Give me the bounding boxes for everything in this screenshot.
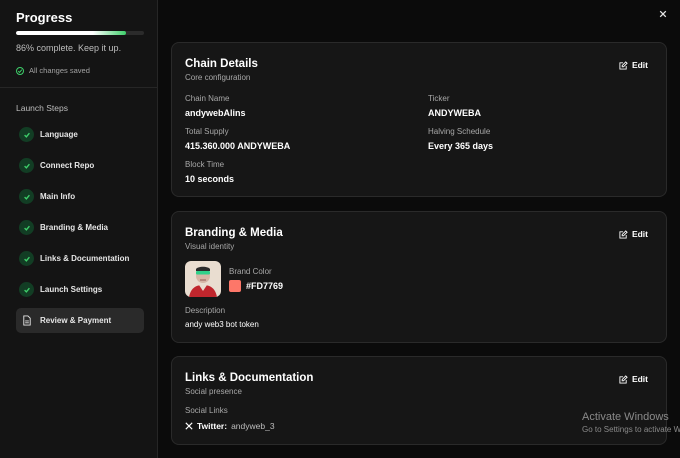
close-icon[interactable] [657, 8, 669, 20]
saved-text: All changes saved [29, 66, 90, 75]
field-label: Halving Schedule [428, 127, 491, 136]
check-icon [19, 282, 34, 297]
color-swatch [229, 280, 241, 292]
steps-heading: Launch Steps [16, 103, 68, 113]
step-branding-media[interactable]: Branding & Media [16, 215, 144, 240]
field-label: Block Time [185, 160, 225, 169]
edit-button[interactable]: Edit [619, 60, 648, 70]
launch-steps-list: Language Connect Repo Main Info Branding… [16, 122, 144, 339]
check-icon [19, 158, 34, 173]
branding-media-card: Branding & Media Visual identity Edit Br… [171, 211, 667, 343]
check-circle-icon [16, 66, 24, 75]
watermark-title: Activate Windows [582, 411, 669, 423]
field-label: Brand Color [229, 267, 272, 276]
step-links-documentation[interactable]: Links & Documentation [16, 246, 144, 271]
step-label: Language [40, 130, 78, 139]
progress-title: Progress [16, 10, 73, 25]
card-title: Chain Details [185, 58, 258, 70]
sidebar: Progress 86% complete. Keep it up. All c… [0, 0, 158, 458]
edit-icon [619, 60, 628, 70]
card-subtitle: Social presence [185, 387, 242, 396]
x-twitter-icon [185, 422, 193, 430]
brand-color-field: Brand Color #FD7769 [229, 267, 283, 292]
check-icon [19, 220, 34, 235]
step-label: Main Info [40, 192, 76, 201]
card-title: Branding & Media [185, 227, 283, 239]
edit-icon [619, 229, 628, 239]
check-icon [19, 127, 34, 142]
halving-field: Halving Schedule Every 365 days [428, 127, 493, 151]
step-label: Review & Payment [40, 316, 112, 325]
edit-button[interactable]: Edit [619, 229, 648, 239]
progress-text: 86% complete. Keep it up. [16, 43, 122, 53]
chain-details-card: Chain Details Core configuration Edit Ch… [171, 42, 667, 197]
step-label: Links & Documentation [40, 254, 130, 263]
field-value: 10 seconds [185, 174, 235, 184]
field-label: Description [185, 306, 226, 315]
step-main-info[interactable]: Main Info [16, 184, 144, 209]
card-subtitle: Core configuration [185, 73, 251, 82]
progress-bar [16, 31, 144, 35]
token-logo-image [185, 261, 221, 297]
check-icon [19, 189, 34, 204]
step-launch-settings[interactable]: Launch Settings [16, 277, 144, 302]
chain-name-field: Chain Name andywebAlins [185, 94, 246, 118]
field-label: Social Links [185, 406, 228, 415]
step-connect-repo[interactable]: Connect Repo [16, 153, 144, 178]
social-links-field: Social Links Twitter: andyweb_3 [185, 406, 275, 431]
edit-label: Edit [631, 60, 648, 70]
progress-fill [16, 31, 127, 35]
description-field: Description andy web3 bot token [185, 306, 259, 329]
card-subtitle: Visual identity [185, 242, 235, 251]
field-value: 415.360.000 ANDYWEBA [185, 141, 291, 151]
step-label: Branding & Media [40, 223, 109, 232]
edit-button[interactable]: Edit [619, 374, 648, 384]
edit-label: Edit [631, 229, 648, 239]
edit-label: Edit [631, 374, 648, 384]
brand-color-hex: #FD7769 [246, 281, 284, 291]
brand-color-value: #FD7769 [229, 280, 283, 292]
field-label: Total Supply [185, 127, 229, 136]
field-value: ANDYWEBA [428, 108, 481, 118]
step-language[interactable]: Language [16, 122, 144, 147]
windows-activation-watermark: Activate Windows Go to Settings to activ… [582, 411, 680, 434]
twitter-handle: andyweb_3 [231, 421, 275, 431]
field-value: Every 365 days [428, 141, 494, 151]
total-supply-field: Total Supply 415.360.000 ANDYWEBA [185, 127, 290, 151]
watermark-subtitle: Go to Settings to activate Wi [582, 425, 680, 434]
twitter-link[interactable]: Twitter: andyweb_3 [185, 421, 275, 431]
field-label: Chain Name [185, 94, 230, 103]
step-label: Launch Settings [40, 285, 103, 294]
document-icon [19, 313, 34, 328]
check-icon [19, 251, 34, 266]
step-label: Connect Repo [40, 161, 95, 170]
edit-icon [619, 374, 628, 384]
saved-status: All changes saved [16, 66, 90, 75]
card-title: Links & Documentation [185, 372, 314, 384]
twitter-label: Twitter: [197, 421, 228, 431]
sidebar-divider [0, 87, 157, 88]
field-value: andywebAlins [185, 108, 246, 118]
description-value: andy web3 bot token [185, 320, 259, 329]
field-label: Ticker [428, 94, 450, 103]
step-review-payment[interactable]: Review & Payment [16, 308, 144, 333]
block-time-field: Block Time 10 seconds [185, 160, 234, 184]
ticker-field: Ticker ANDYWEBA [428, 94, 481, 118]
